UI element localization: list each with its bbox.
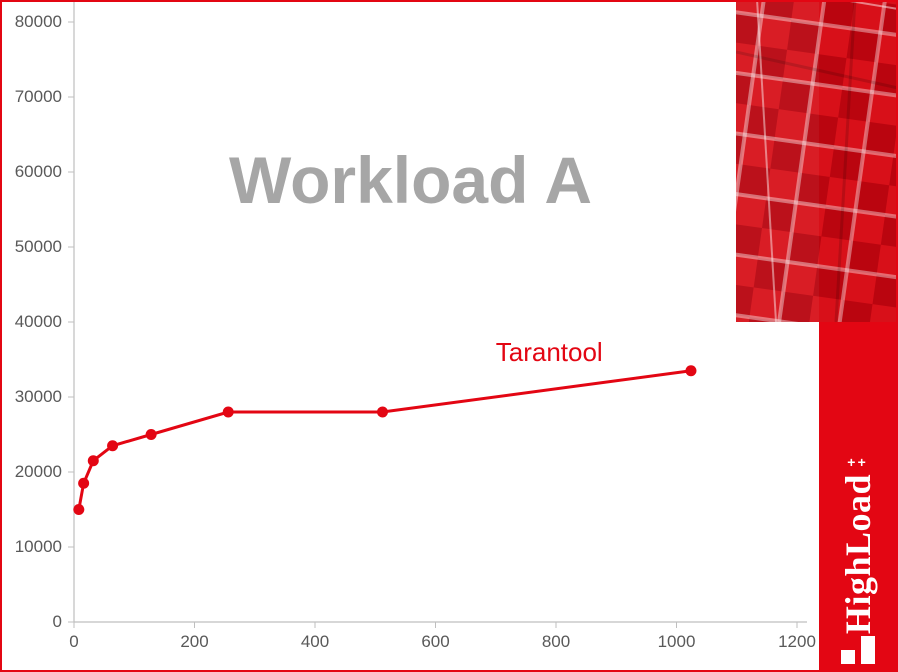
y-tick-label: 20000 [2,462,62,482]
x-tick-label: 1000 [652,632,702,652]
brand-bars-icon [841,636,875,664]
slide: Workload A Tarantool 0100002000030000400… [0,0,898,672]
y-tick-label: 30000 [2,387,62,407]
brand-superscript: ++ [847,456,868,472]
brand-logo: ++ HighLoad [819,456,896,664]
line-chart [2,2,823,672]
decorative-lattice-icon [736,0,898,322]
y-tick-label: 0 [2,612,62,632]
brand-name: HighLoad [840,474,876,634]
series-label: Tarantool [496,337,603,368]
chart-area: Workload A Tarantool 0100002000030000400… [2,2,819,670]
y-tick-label: 70000 [2,87,62,107]
y-tick-label: 50000 [2,237,62,257]
x-tick-label: 1200 [772,632,822,652]
x-tick-label: 600 [411,632,461,652]
x-tick-label: 0 [49,632,99,652]
x-tick-label: 200 [170,632,220,652]
y-tick-label: 60000 [2,162,62,182]
y-tick-label: 40000 [2,312,62,332]
x-tick-label: 400 [290,632,340,652]
x-tick-label: 800 [531,632,581,652]
sidebar: ++ HighLoad [819,2,896,670]
y-tick-label: 10000 [2,537,62,557]
y-tick-label: 80000 [2,12,62,32]
